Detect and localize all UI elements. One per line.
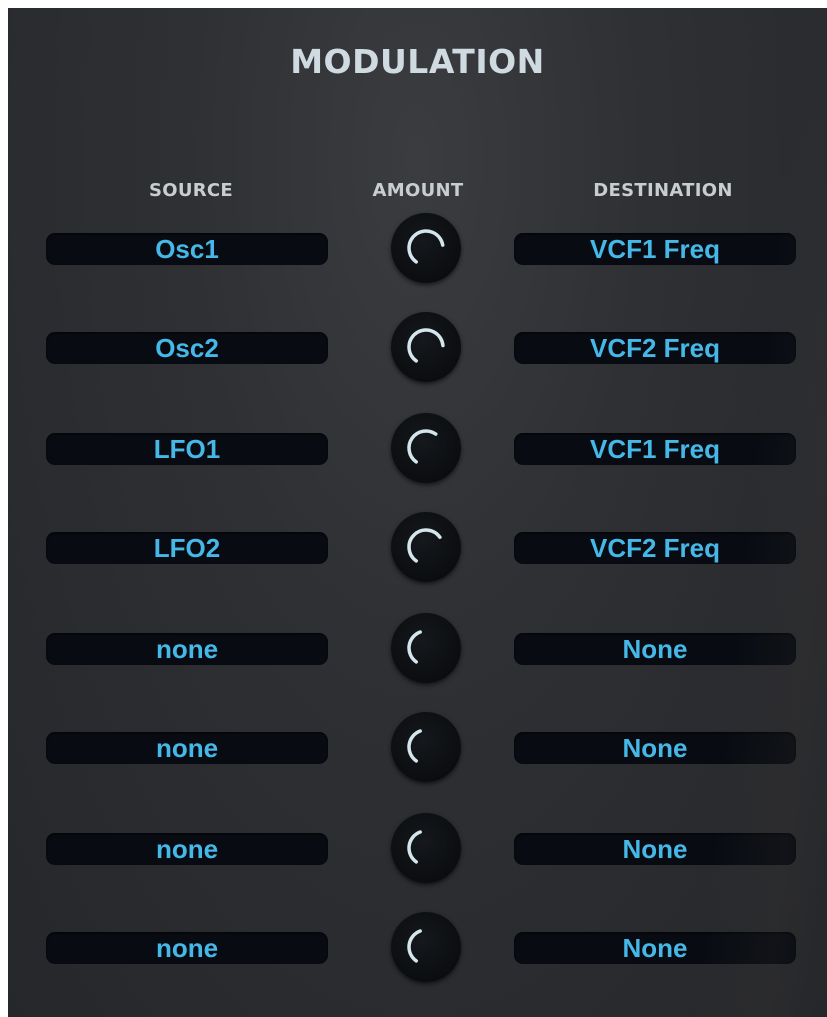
modulation-panel: MODULATION SOURCE AMOUNT DESTINATION Osc… bbox=[8, 8, 827, 1017]
source-select[interactable]: Osc2 bbox=[46, 332, 328, 364]
amount-arc-indicator bbox=[407, 729, 422, 763]
destination-select[interactable]: VCF1 Freq bbox=[514, 433, 796, 465]
source-column-header: SOURCE bbox=[148, 180, 234, 201]
amount-knob[interactable] bbox=[391, 613, 461, 683]
amount-knob[interactable] bbox=[391, 312, 461, 382]
amount-knob[interactable] bbox=[391, 413, 461, 483]
panel-title: MODULATION bbox=[290, 42, 545, 81]
source-select[interactable]: LFO1 bbox=[46, 433, 328, 465]
mod-row-4: LFO2 VCF2 Freq bbox=[8, 507, 827, 587]
amount-arc bbox=[407, 429, 438, 464]
amount-knob[interactable] bbox=[391, 712, 461, 782]
destination-select[interactable]: None bbox=[514, 732, 796, 764]
amount-arc-indicator bbox=[407, 229, 445, 264]
source-select[interactable]: LFO2 bbox=[46, 532, 328, 564]
amount-arc-indicator bbox=[407, 429, 438, 464]
amount-arc-indicator bbox=[407, 528, 442, 563]
mod-row-5: none None bbox=[8, 608, 827, 688]
source-select[interactable]: none bbox=[46, 932, 328, 964]
mod-row-1: Osc1 VCF1 Freq bbox=[8, 208, 827, 288]
mod-row-3: LFO1 VCF1 Freq bbox=[8, 408, 827, 488]
amount-arc bbox=[407, 528, 442, 563]
destination-column-header: DESTINATION bbox=[593, 180, 733, 201]
amount-arc bbox=[407, 229, 445, 264]
destination-select[interactable]: None bbox=[514, 633, 796, 665]
mod-row-8: none None bbox=[8, 907, 827, 987]
amount-knob[interactable] bbox=[391, 912, 461, 982]
mod-row-6: none None bbox=[8, 707, 827, 787]
amount-arc bbox=[407, 328, 445, 363]
mod-row-7: none None bbox=[8, 808, 827, 888]
amount-knob[interactable] bbox=[391, 813, 461, 883]
amount-arc-indicator bbox=[407, 830, 422, 864]
amount-arc bbox=[407, 729, 422, 763]
amount-arc bbox=[407, 830, 422, 864]
amount-arc-indicator bbox=[407, 630, 422, 664]
source-select[interactable]: none bbox=[46, 833, 328, 865]
amount-arc bbox=[407, 630, 422, 664]
source-select[interactable]: Osc1 bbox=[46, 233, 328, 265]
destination-select[interactable]: None bbox=[514, 833, 796, 865]
destination-select[interactable]: None bbox=[514, 932, 796, 964]
amount-arc-indicator bbox=[407, 929, 422, 963]
destination-select[interactable]: VCF1 Freq bbox=[514, 233, 796, 265]
mod-row-2: Osc2 VCF2 Freq bbox=[8, 307, 827, 387]
amount-column-header: AMOUNT bbox=[372, 180, 464, 201]
amount-arc-indicator bbox=[407, 328, 445, 363]
amount-knob[interactable] bbox=[391, 213, 461, 283]
amount-arc bbox=[407, 929, 422, 963]
source-select[interactable]: none bbox=[46, 633, 328, 665]
destination-select[interactable]: VCF2 Freq bbox=[514, 532, 796, 564]
destination-select[interactable]: VCF2 Freq bbox=[514, 332, 796, 364]
amount-knob[interactable] bbox=[391, 512, 461, 582]
source-select[interactable]: none bbox=[46, 732, 328, 764]
